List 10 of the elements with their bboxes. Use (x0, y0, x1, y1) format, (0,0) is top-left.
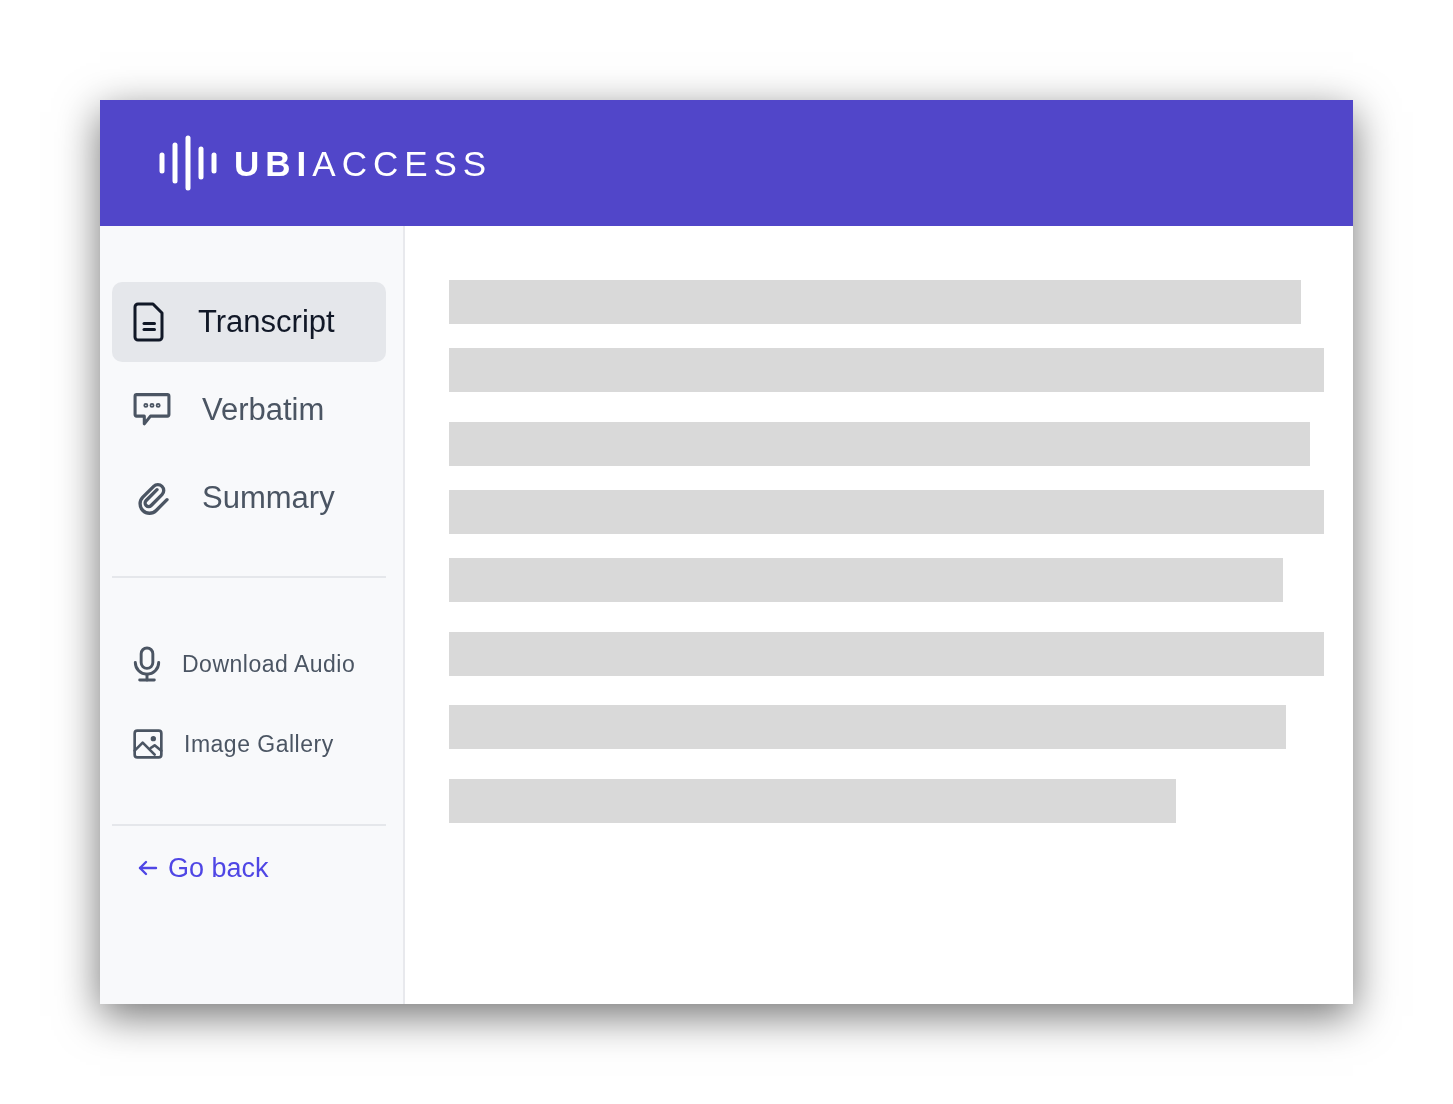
go-back-link[interactable]: Go back (136, 848, 269, 889)
image-icon (132, 728, 164, 760)
logo-text: UBIACCESS (234, 145, 493, 181)
sidebar-link[interactable]: Download Audio (112, 624, 386, 704)
sidebar-link[interactable]: Image Gallery (112, 704, 386, 784)
nav-tab[interactable]: Transcript (112, 282, 386, 362)
microphone-icon (132, 645, 162, 683)
nav-tab[interactable]: Verbatim (112, 370, 386, 450)
nav-tab[interactable]: Summary (112, 458, 386, 538)
logo-icon (158, 135, 218, 191)
